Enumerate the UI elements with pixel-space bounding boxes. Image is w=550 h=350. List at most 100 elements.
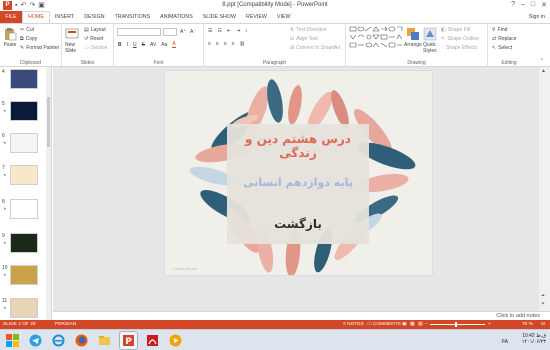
notes-pane[interactable]: Click to add notes	[53, 311, 550, 320]
maximize-button[interactable]: □	[531, 1, 535, 9]
close-button[interactable]: ✕	[541, 1, 547, 9]
copy-button[interactable]: ⧉ Copy	[20, 36, 37, 42]
powerpoint-app[interactable]: P	[120, 332, 137, 349]
minimize-button[interactable]: –	[521, 1, 525, 9]
slide-title-line-3[interactable]: بازگشت	[227, 217, 369, 231]
collapse-ribbon-button[interactable]: ⌃	[540, 58, 544, 64]
thumbnail-number: 6	[2, 133, 5, 139]
format-painter-button[interactable]: ✎ Format Painter	[20, 45, 59, 51]
telegram-app[interactable]	[27, 332, 44, 349]
thumbnail-slide-8[interactable]	[10, 199, 38, 219]
start-button[interactable]	[4, 332, 21, 349]
shapes-gallery[interactable]	[349, 26, 403, 52]
thumbnails-scrollbar[interactable]	[46, 67, 51, 320]
bullets-icon[interactable]: ☰	[208, 28, 212, 34]
previous-slide-icon[interactable]: ⏶	[541, 293, 545, 299]
thumbnail-slide-7[interactable]	[10, 165, 38, 185]
acrobat-app[interactable]	[144, 332, 161, 349]
notes-toggle[interactable]: ≡ NOTES	[343, 322, 364, 327]
internet-explorer-app[interactable]	[50, 332, 67, 349]
shape-effects-button[interactable]: ◌ Shape Effects	[441, 45, 477, 51]
tab-review[interactable]: REVIEW	[241, 11, 272, 23]
shape-outline-button[interactable]: ✎ Shape Outline	[441, 36, 479, 42]
shape-fill-button[interactable]: ◧ Shape Fill	[441, 27, 470, 33]
replace-button[interactable]: ⇄ Replace	[492, 36, 517, 42]
thumbnail-slide-6[interactable]	[10, 133, 38, 153]
decrease-indent-icon[interactable]: ⇤	[227, 28, 231, 34]
quick-styles-button[interactable]: Quick Styles	[423, 27, 437, 54]
notes-placeholder[interactable]: Click to add notes	[496, 313, 540, 319]
scroll-up-icon[interactable]: ▲	[541, 68, 546, 74]
font-color-icon[interactable]: A	[172, 41, 176, 48]
tab-transitions[interactable]: TRANSITIONS	[110, 11, 156, 23]
character-spacing-icon[interactable]: AV	[150, 42, 156, 48]
zoom-slider[interactable]	[430, 324, 485, 325]
italic-icon[interactable]: I	[127, 42, 128, 48]
shrink-font-button[interactable]: A⁻	[190, 29, 196, 35]
font-size-box[interactable]	[163, 28, 177, 36]
comments-toggle[interactable]: ▭ COMMENTS	[367, 322, 401, 327]
slide-sorter-icon[interactable]: ▦	[410, 322, 415, 327]
firefox-app[interactable]	[73, 332, 90, 349]
select-button[interactable]: ↖ Select	[492, 45, 512, 51]
tab-view[interactable]: VIEW	[272, 11, 296, 23]
zoom-in-icon[interactable]: +	[488, 322, 491, 327]
file-explorer-app[interactable]	[96, 332, 113, 349]
tab-design[interactable]: DESIGN	[79, 11, 109, 23]
zoom-out-icon[interactable]: –	[425, 322, 428, 327]
find-button[interactable]: ⚲ Find	[492, 27, 507, 33]
media-player-app[interactable]	[167, 332, 184, 349]
font-name-box[interactable]	[117, 28, 161, 36]
new-slide-button[interactable]: New Slide	[65, 27, 79, 54]
align-right-icon[interactable]: ≡	[224, 41, 227, 47]
next-slide-icon[interactable]: ⏷	[541, 301, 545, 307]
line-spacing-icon[interactable]: ↕	[245, 28, 248, 34]
slide-scrollbar[interactable]: ▲ ⏶ ⏷	[539, 67, 550, 311]
layout-button[interactable]: ▤ Layout	[84, 27, 106, 33]
arrange-button[interactable]: Arrange	[404, 27, 422, 48]
align-center-icon[interactable]: ≡	[216, 41, 219, 47]
section-button[interactable]: ▭ Section	[84, 45, 107, 51]
grow-font-button[interactable]: A⁺	[180, 29, 186, 35]
thumbnail-slide-4[interactable]	[10, 69, 38, 89]
paste-button[interactable]: Paste	[3, 27, 17, 48]
reset-button[interactable]: ↺ Reset	[84, 36, 103, 42]
convert-smartart-button[interactable]: ⊞ Convert to SmartArt	[290, 45, 340, 51]
thumbnail-slide-9[interactable]	[10, 233, 38, 253]
underline-icon[interactable]: U	[133, 42, 137, 48]
current-slide[interactable]: درس هشتم دین و زندگی پایه دوازدهم انسانی…	[165, 71, 432, 275]
cut-button[interactable]: ✂ Cut	[20, 27, 34, 33]
keyboard-language[interactable]: FA	[502, 339, 508, 345]
numbering-icon[interactable]: ☷	[217, 28, 221, 34]
bold-icon[interactable]: B	[118, 42, 122, 48]
sign-in-link[interactable]: Sign in	[529, 11, 545, 23]
columns-icon[interactable]: ▥	[240, 41, 245, 47]
strikethrough-icon[interactable]: S	[142, 42, 145, 48]
increase-indent-icon[interactable]: ⇥	[236, 28, 240, 34]
change-case-icon[interactable]: Aa	[161, 42, 167, 48]
justify-icon[interactable]: ≡	[232, 41, 235, 47]
tab-animations[interactable]: ANIMATIONS	[155, 11, 198, 23]
slide-title-line-1[interactable]: درس هشتم دین و زندگی	[227, 132, 369, 160]
tab-home[interactable]: HOME	[22, 11, 50, 23]
system-clock[interactable]: 10:42 ق.ظ ۱۴۰۱/۰۶/۲۳	[522, 333, 546, 345]
align-left-icon[interactable]: ≡	[208, 41, 211, 47]
help-button[interactable]: ?	[511, 1, 515, 9]
title-text-panel[interactable]: درس هشتم دین و زندگی پایه دوازدهم انسانی…	[227, 124, 369, 244]
language-indicator[interactable]: PERSIAN	[55, 322, 76, 327]
zoom-level[interactable]: 70 %	[522, 322, 533, 327]
thumbnail-slide-5[interactable]	[10, 101, 38, 121]
scrollbar-thumb[interactable]	[47, 97, 50, 147]
reading-view-icon[interactable]: ▤	[418, 322, 423, 327]
align-text-button[interactable]: ⊟ Align Text	[290, 36, 318, 42]
zoom-slider-thumb[interactable]	[455, 322, 457, 327]
fit-slide-icon[interactable]: ⊡	[541, 322, 545, 327]
slide-title-line-2[interactable]: پایه دوازدهم انسانی	[227, 176, 369, 189]
thumbnail-slide-11[interactable]	[10, 298, 38, 318]
text-direction-button[interactable]: ⇅ Text Direction	[290, 27, 327, 33]
thumbnail-slide-10[interactable]	[10, 265, 38, 285]
tab-file[interactable]: FILE	[0, 11, 22, 23]
normal-view-icon[interactable]: ▣	[402, 322, 407, 327]
tab-slide-show[interactable]: SLIDE SHOW	[198, 11, 241, 23]
tab-insert[interactable]: INSERT	[50, 11, 79, 23]
